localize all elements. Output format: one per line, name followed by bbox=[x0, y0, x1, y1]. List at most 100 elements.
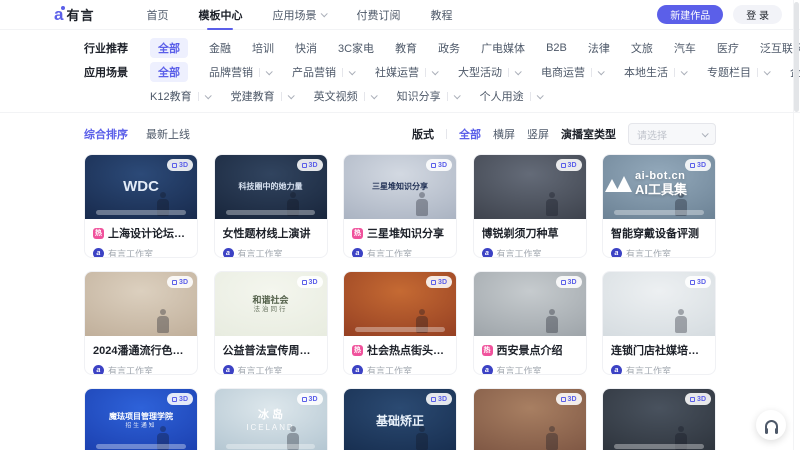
subtitle-bar bbox=[614, 210, 704, 215]
scene-option[interactable]: 品牌营销 bbox=[209, 64, 271, 80]
template-title: 智能穿戴设备评测 bbox=[611, 225, 699, 241]
3d-badge-label: 3D bbox=[309, 162, 318, 169]
industry-option[interactable]: 广电媒体 bbox=[481, 40, 525, 56]
template-title-row: 2024潘通流行色分享 bbox=[93, 342, 189, 358]
layout-option[interactable]: 全部 bbox=[459, 126, 481, 142]
scene-option[interactable]: 党建教育 bbox=[231, 88, 293, 104]
sort-option[interactable]: 最新上线 bbox=[146, 126, 190, 142]
scene-filter-label: 应用场景 bbox=[84, 61, 136, 80]
scene-option-label: 党建教育 bbox=[231, 88, 275, 104]
template-card[interactable]: 3Dai-bot.cnAI工具集智能穿戴设备评测a有言工作室 bbox=[602, 154, 716, 258]
studio-type-select[interactable]: 请选择 bbox=[628, 123, 716, 145]
author-avatar: a bbox=[352, 365, 363, 375]
3d-badge-label: 3D bbox=[697, 279, 706, 286]
scrollbar-track[interactable] bbox=[793, 0, 800, 450]
scene-option[interactable]: 社媒运营 bbox=[375, 64, 437, 80]
nav-item-应用场景[interactable]: 应用场景 bbox=[272, 0, 326, 30]
template-title: 西安景点介绍 bbox=[497, 342, 563, 358]
divider bbox=[508, 68, 509, 77]
sort-option[interactable]: 综合排序 bbox=[84, 126, 128, 142]
scene-option[interactable]: 英文视频 bbox=[314, 88, 376, 104]
scene-option[interactable]: 专题栏目 bbox=[707, 64, 769, 80]
cube-icon bbox=[302, 397, 307, 402]
nav-item-模板中心[interactable]: 模板中心 bbox=[198, 0, 242, 30]
industry-option[interactable]: 3C家电 bbox=[338, 40, 374, 56]
nav-item-付费订阅[interactable]: 付费订阅 bbox=[356, 0, 400, 30]
studio-type-placeholder: 请选择 bbox=[637, 127, 667, 142]
scene-options-row2: K12教育 党建教育 英文视频 知识分享 个人用途 bbox=[150, 85, 800, 107]
industry-option[interactable]: 全部 bbox=[150, 38, 188, 58]
industry-option[interactable]: 教育 bbox=[395, 40, 417, 56]
template-card[interactable]: 魔珐项目管理学院招生通知3D bbox=[84, 388, 198, 450]
template-card[interactable]: 三星堆知识分享3D热三星堆知识分享a有言工作室 bbox=[343, 154, 457, 258]
cube-icon bbox=[172, 397, 177, 402]
scene-option[interactable]: 全部 bbox=[150, 62, 188, 82]
3d-badge: 3D bbox=[167, 393, 193, 405]
template-card[interactable]: 3D博锐剃须刀种草a有言工作室 bbox=[473, 154, 587, 258]
nav-item-首页[interactable]: 首页 bbox=[146, 0, 168, 30]
template-card[interactable]: 3D 连锁门店社媒培训课a有言工作室 bbox=[602, 271, 716, 375]
layout-option[interactable]: 横屏 bbox=[493, 126, 515, 142]
industry-option[interactable]: 培训 bbox=[252, 40, 274, 56]
3d-badge: 3D bbox=[556, 276, 582, 288]
industry-option[interactable]: 法律 bbox=[588, 40, 610, 56]
divider bbox=[757, 68, 758, 77]
3d-badge-label: 3D bbox=[179, 162, 188, 169]
template-card[interactable]: 3D热西安景点介绍a有言工作室 bbox=[473, 271, 587, 375]
template-card-body: 智能穿戴设备评测a有言工作室 bbox=[603, 219, 715, 258]
scene-option[interactable]: K12教育 bbox=[150, 88, 210, 104]
3d-badge: 3D bbox=[297, 276, 323, 288]
template-card[interactable]: 3D2024潘通流行色分享a有言工作室 bbox=[84, 271, 198, 375]
layout-option[interactable]: 竖屏 bbox=[527, 126, 549, 142]
scene-option[interactable]: 知识分享 bbox=[397, 88, 459, 104]
scrollbar-thumb[interactable] bbox=[794, 2, 799, 112]
industry-option[interactable]: 快消 bbox=[295, 40, 317, 56]
3d-badge: 3D bbox=[167, 276, 193, 288]
3d-badge: 3D bbox=[556, 393, 582, 405]
industry-option[interactable]: 汽车 bbox=[674, 40, 696, 56]
template-card[interactable]: 冰 岛ICELAND3D bbox=[214, 388, 328, 450]
cube-icon bbox=[690, 163, 695, 168]
chevron-down-icon bbox=[702, 130, 709, 137]
support-headset-button[interactable] bbox=[756, 410, 786, 440]
cube-icon bbox=[561, 397, 566, 402]
nav-item-教程[interactable]: 教程 bbox=[430, 0, 452, 30]
presenter-figure bbox=[416, 426, 428, 450]
template-card[interactable]: 3D热社会热点街头采访连线a有言工作室 bbox=[343, 271, 457, 375]
scene-option[interactable]: 本地生活 bbox=[624, 64, 686, 80]
industry-option[interactable]: B2B bbox=[546, 42, 567, 54]
scene-option-label: 本地生活 bbox=[624, 64, 668, 80]
3d-badge-label: 3D bbox=[438, 162, 447, 169]
author-avatar: a bbox=[223, 365, 234, 375]
author-name: 有言工作室 bbox=[626, 247, 671, 258]
template-card[interactable]: 3D bbox=[602, 388, 716, 450]
login-button[interactable]: 登 录 bbox=[733, 5, 782, 24]
industry-option[interactable]: 文旅 bbox=[631, 40, 653, 56]
presenter-figure bbox=[157, 309, 169, 333]
scene-option[interactable]: 电商运营 bbox=[541, 64, 603, 80]
template-thumbnail: 魔珐项目管理学院招生通知3D bbox=[85, 389, 197, 450]
brand-logo-text: 有言 bbox=[66, 5, 94, 24]
scene-option-label: 知识分享 bbox=[397, 88, 441, 104]
industry-option[interactable]: 医疗 bbox=[717, 40, 739, 56]
scene-option[interactable]: 大型活动 bbox=[458, 64, 520, 80]
template-card[interactable]: WDC3D热上海设计论坛开场主持a有言工作室 bbox=[84, 154, 198, 258]
3d-badge: 3D bbox=[426, 159, 452, 171]
top-header: a 有言 首页模板中心应用场景付费订阅教程 新建作品 登 录 bbox=[0, 0, 800, 30]
template-title: 三星堆知识分享 bbox=[367, 225, 444, 241]
create-work-button[interactable]: 新建作品 bbox=[657, 5, 723, 24]
template-card[interactable]: 基础矫正3D bbox=[343, 388, 457, 450]
template-card[interactable]: 科技圈中的她力量3D女性题材线上演讲a有言工作室 bbox=[214, 154, 328, 258]
3d-badge-label: 3D bbox=[697, 396, 706, 403]
template-card-body: 女性题材线上演讲a有言工作室 bbox=[215, 219, 327, 258]
industry-option[interactable]: 政务 bbox=[438, 40, 460, 56]
template-card[interactable]: 和谐社会法治同行3D公益普法宣传周活动预告a有言工作室 bbox=[214, 271, 328, 375]
scene-option[interactable]: 个人用途 bbox=[480, 88, 542, 104]
template-card-body: 博锐剃须刀种草a有言工作室 bbox=[474, 219, 586, 258]
brand-logo[interactable]: a 有言 bbox=[54, 5, 94, 24]
scene-option-label: 大型活动 bbox=[458, 64, 502, 80]
template-card[interactable]: 3D bbox=[473, 388, 587, 450]
template-card-body: 连锁门店社媒培训课a有言工作室 bbox=[603, 336, 715, 375]
industry-option[interactable]: 金融 bbox=[209, 40, 231, 56]
scene-option[interactable]: 产品营销 bbox=[292, 64, 354, 80]
